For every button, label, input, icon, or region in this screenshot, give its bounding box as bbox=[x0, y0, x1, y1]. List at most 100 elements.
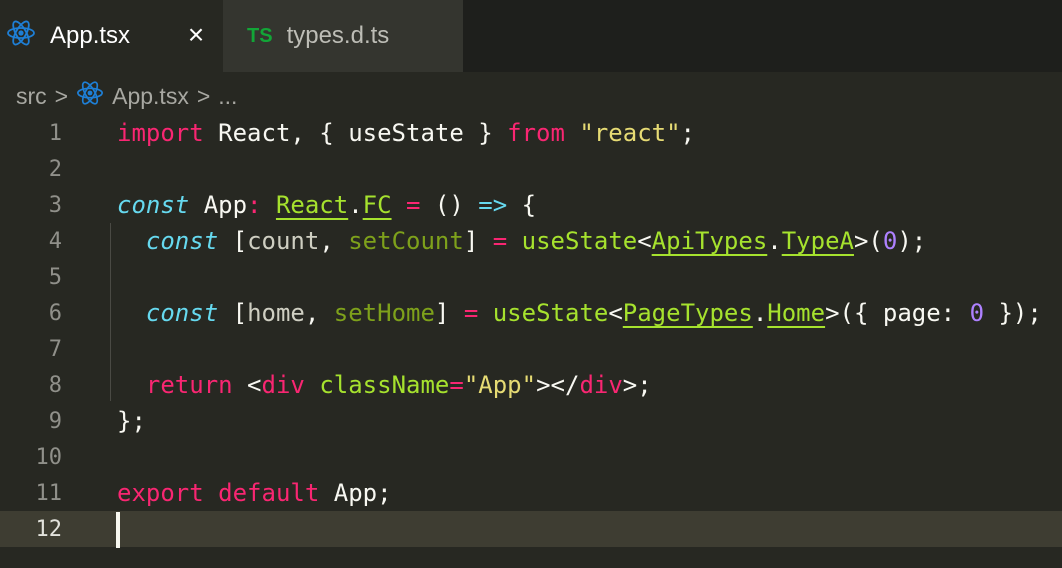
code-token: import bbox=[117, 119, 204, 147]
breadcrumb-file[interactable]: App.tsx bbox=[112, 83, 189, 110]
line-number: 1 bbox=[0, 121, 62, 146]
code-token: const bbox=[146, 299, 218, 327]
code-line[interactable]: 4 const [count, setCount] = useState<Api… bbox=[0, 223, 1062, 259]
code-token: ApiTypes bbox=[652, 227, 768, 255]
code-token: React bbox=[276, 191, 348, 219]
code-line[interactable]: 12 bbox=[0, 511, 1062, 547]
code-token: export bbox=[117, 479, 204, 507]
breadcrumb-more[interactable]: ... bbox=[218, 83, 237, 110]
line-number: 9 bbox=[0, 409, 62, 434]
code-token: ; bbox=[681, 119, 695, 147]
line-number: 2 bbox=[0, 157, 62, 182]
code-text: import React, { useState } from "react"; bbox=[117, 119, 695, 147]
code-token: , bbox=[305, 299, 334, 327]
chevron-right-icon: > bbox=[55, 83, 68, 110]
code-token: setHome bbox=[334, 299, 435, 327]
code-text: return <div className="App"></div>; bbox=[117, 371, 652, 399]
code-token: FC bbox=[363, 191, 392, 219]
code-text: }; bbox=[117, 407, 146, 435]
code-token: App bbox=[189, 191, 247, 219]
code-token: : bbox=[247, 191, 261, 219]
code-token bbox=[305, 371, 319, 399]
close-icon[interactable]: × bbox=[183, 22, 209, 48]
code-token: , bbox=[319, 227, 348, 255]
react-icon bbox=[6, 18, 36, 55]
code-token: ); bbox=[897, 227, 926, 255]
line-number: 8 bbox=[0, 373, 62, 398]
code-line[interactable]: 8 return <div className="App"></div>; bbox=[0, 367, 1062, 403]
indent-guide bbox=[110, 223, 111, 401]
tab-label: types.d.ts bbox=[287, 22, 390, 50]
code-text: const [count, setCount] = useState<ApiTy… bbox=[117, 227, 926, 255]
code-token: . bbox=[348, 191, 362, 219]
code-token: PageTypes bbox=[623, 299, 753, 327]
code-text: export default App; bbox=[117, 479, 392, 507]
code-line[interactable]: 5 bbox=[0, 259, 1062, 295]
code-token: App; bbox=[319, 479, 391, 507]
code-token: "react" bbox=[579, 119, 680, 147]
code-token: div bbox=[579, 371, 622, 399]
text-cursor bbox=[116, 512, 120, 548]
code-token: < bbox=[233, 371, 262, 399]
line-number: 11 bbox=[0, 481, 62, 506]
code-token: 0 bbox=[970, 299, 984, 327]
code-token bbox=[117, 227, 146, 255]
chevron-right-icon: > bbox=[197, 83, 210, 110]
code-line[interactable]: 7 bbox=[0, 331, 1062, 367]
code-line[interactable]: 9}; bbox=[0, 403, 1062, 439]
code-token: = bbox=[406, 191, 420, 219]
code-token: [ bbox=[218, 227, 247, 255]
code-token: setCount bbox=[348, 227, 464, 255]
code-token bbox=[392, 191, 406, 219]
code-line[interactable]: 11 export default App; bbox=[0, 475, 1062, 511]
code-token: . bbox=[767, 227, 781, 255]
code-token: const bbox=[117, 191, 189, 219]
code-line[interactable]: 1 import React, { useState } from "react"… bbox=[0, 115, 1062, 151]
code-token: count bbox=[247, 227, 319, 255]
tab-types-d-ts[interactable]: TS types.d.ts bbox=[223, 0, 463, 72]
code-token: >; bbox=[623, 371, 652, 399]
code-token bbox=[204, 479, 218, 507]
code-line[interactable]: 3 const App: React.FC = () => { bbox=[0, 187, 1062, 223]
code-token: ] bbox=[435, 299, 464, 327]
code-token: return bbox=[146, 371, 233, 399]
code-token: default bbox=[218, 479, 319, 507]
code-token: React, { useState } bbox=[204, 119, 507, 147]
code-token: className bbox=[319, 371, 449, 399]
code-token: = bbox=[464, 299, 478, 327]
code-token: >({ page: bbox=[825, 299, 970, 327]
code-token: }); bbox=[984, 299, 1042, 327]
code-token: < bbox=[637, 227, 651, 255]
code-text: const [home, setHome] = useState<PageTyp… bbox=[117, 299, 1042, 327]
code-line[interactable]: 10 bbox=[0, 439, 1062, 475]
code-token bbox=[565, 119, 579, 147]
code-token bbox=[507, 227, 521, 255]
code-token: Home bbox=[767, 299, 825, 327]
breadcrumb-folder[interactable]: src bbox=[16, 83, 47, 110]
tab-app-tsx[interactable]: App.tsx × bbox=[0, 0, 223, 72]
ts-icon: TS bbox=[247, 25, 273, 48]
code-token bbox=[478, 299, 492, 327]
code-token: useState bbox=[522, 227, 638, 255]
line-number: 5 bbox=[0, 265, 62, 290]
tab-bar: App.tsx × TS types.d.ts bbox=[0, 0, 1062, 72]
code-token: useState bbox=[493, 299, 609, 327]
code-token: "App" bbox=[464, 371, 536, 399]
code-line[interactable]: 2 bbox=[0, 151, 1062, 187]
tab-label: App.tsx bbox=[50, 22, 130, 50]
code-text: const App: React.FC = () => { bbox=[117, 191, 536, 219]
code-line[interactable]: 6 const [home, setHome] = useState<PageT… bbox=[0, 295, 1062, 331]
code-token: div bbox=[262, 371, 305, 399]
code-token: < bbox=[608, 299, 622, 327]
code-token: 0 bbox=[883, 227, 897, 255]
code-token: = bbox=[449, 371, 463, 399]
line-number: 7 bbox=[0, 337, 62, 362]
code-token: >( bbox=[854, 227, 883, 255]
react-icon bbox=[76, 79, 104, 113]
code-editor[interactable]: 1 import React, { useState } from "react"… bbox=[0, 115, 1062, 547]
line-number: 3 bbox=[0, 193, 62, 218]
line-number: 10 bbox=[0, 445, 62, 470]
code-token: from bbox=[507, 119, 565, 147]
code-token: }; bbox=[117, 407, 146, 435]
code-token: [ bbox=[218, 299, 247, 327]
